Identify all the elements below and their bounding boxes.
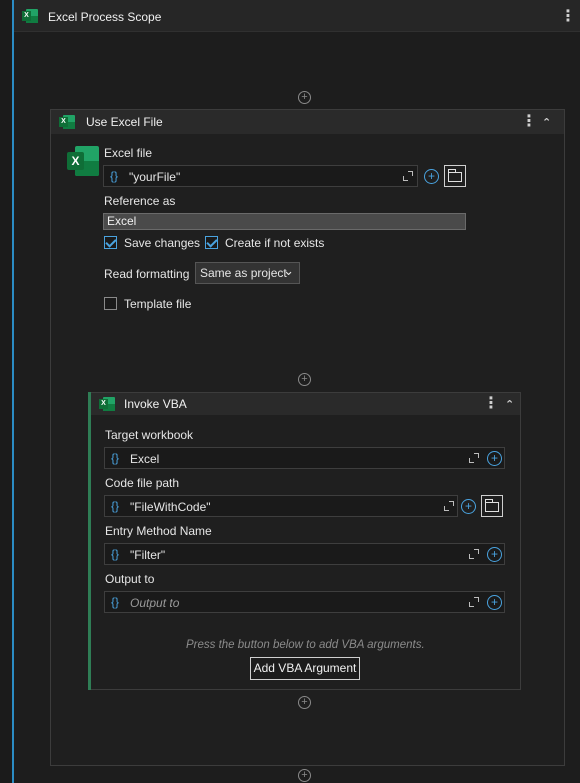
add-activity-icon[interactable]: + — [298, 91, 311, 104]
expand-icon[interactable] — [469, 597, 479, 607]
expression-icon: {} — [111, 547, 120, 561]
save-changes-checkbox[interactable] — [104, 236, 117, 249]
expression-icon: {} — [111, 451, 120, 465]
scope-header[interactable]: X Excel Process Scope ⋮ — [14, 0, 580, 32]
add-activity-icon[interactable]: + — [298, 769, 311, 782]
scope-title: Excel Process Scope — [48, 10, 162, 24]
use-excel-file-header[interactable]: X Use Excel File ⋮ ⌃ — [51, 110, 564, 134]
template-file-checkbox[interactable] — [104, 297, 117, 310]
use-excel-file-title: Use Excel File — [86, 115, 163, 129]
read-formatting-value: Same as project — [200, 266, 287, 280]
output-to-label: Output to — [105, 572, 155, 586]
target-workbook-label: Target workbook — [105, 428, 194, 442]
plus-icon[interactable]: + — [424, 169, 439, 184]
target-workbook-field[interactable]: {} Excel + — [104, 447, 505, 469]
browse-folder-button[interactable] — [444, 165, 466, 187]
expression-icon: {} — [111, 499, 120, 513]
excel-icon: X — [22, 9, 38, 23]
excel-file-value: "yourFile" — [129, 170, 181, 184]
plus-icon[interactable]: + — [461, 499, 476, 514]
plus-icon[interactable]: + — [487, 595, 502, 610]
collapse-icon[interactable]: ⌃ — [505, 399, 514, 411]
expand-icon[interactable] — [444, 501, 454, 511]
expression-icon: {} — [110, 169, 119, 183]
add-activity-icon[interactable]: + — [298, 696, 311, 709]
more-options-icon[interactable]: ⋮ — [483, 396, 499, 412]
add-vba-argument-button[interactable]: Add VBA Argument — [250, 657, 360, 680]
vba-arguments-hint: Press the button below to add VBA argume… — [186, 639, 425, 651]
invoke-vba-title: Invoke VBA — [124, 397, 187, 411]
output-to-field[interactable]: {} Output to + — [104, 591, 505, 613]
template-file-label: Template file — [124, 297, 192, 311]
code-file-path-field[interactable]: {} "FileWithCode" — [104, 495, 458, 517]
entry-method-label: Entry Method Name — [105, 524, 212, 538]
excel-file-icon: X — [67, 146, 99, 176]
excel-icon: X — [99, 397, 115, 411]
code-file-path-label: Code file path — [105, 476, 180, 490]
folder-icon — [485, 499, 499, 512]
chevron-down-icon: ⌄ — [283, 263, 294, 278]
browse-folder-button[interactable] — [481, 495, 503, 517]
excel-file-label: Excel file — [104, 146, 153, 160]
add-activity-icon[interactable]: + — [298, 373, 311, 386]
entry-method-field[interactable]: {} "Filter" + — [104, 543, 505, 565]
create-if-not-exists-label: Create if not exists — [225, 236, 325, 250]
output-to-placeholder: Output to — [130, 596, 180, 610]
expand-icon[interactable] — [469, 453, 479, 463]
invoke-vba-header[interactable]: X Invoke VBA ⋮ ⌃ — [91, 393, 520, 415]
invoke-vba-accent — [88, 392, 91, 690]
collapse-icon[interactable]: ⌃ — [542, 117, 551, 129]
code-file-path-value: "FileWithCode" — [130, 500, 211, 514]
entry-method-value: "Filter" — [130, 548, 166, 562]
read-formatting-dropdown[interactable]: Same as project ⌄ — [195, 262, 300, 284]
excel-icon: X — [59, 115, 75, 129]
more-options-icon[interactable]: ⋮ — [560, 9, 576, 25]
reference-field[interactable]: Excel — [103, 213, 466, 230]
plus-icon[interactable]: + — [487, 451, 502, 466]
more-options-icon[interactable]: ⋮ — [521, 114, 537, 130]
expression-icon: {} — [111, 595, 120, 609]
save-changes-label: Save changes — [124, 236, 201, 250]
excel-file-field[interactable]: {} "yourFile" — [103, 165, 418, 187]
create-if-not-exists-checkbox[interactable] — [205, 236, 218, 249]
reference-label: Reference as — [104, 194, 176, 208]
target-workbook-value: Excel — [130, 452, 160, 466]
expand-icon[interactable] — [469, 549, 479, 559]
plus-icon[interactable]: + — [487, 547, 502, 562]
expand-icon[interactable] — [403, 171, 413, 181]
folder-icon — [448, 169, 462, 182]
read-formatting-label: Read formatting — [104, 267, 190, 281]
